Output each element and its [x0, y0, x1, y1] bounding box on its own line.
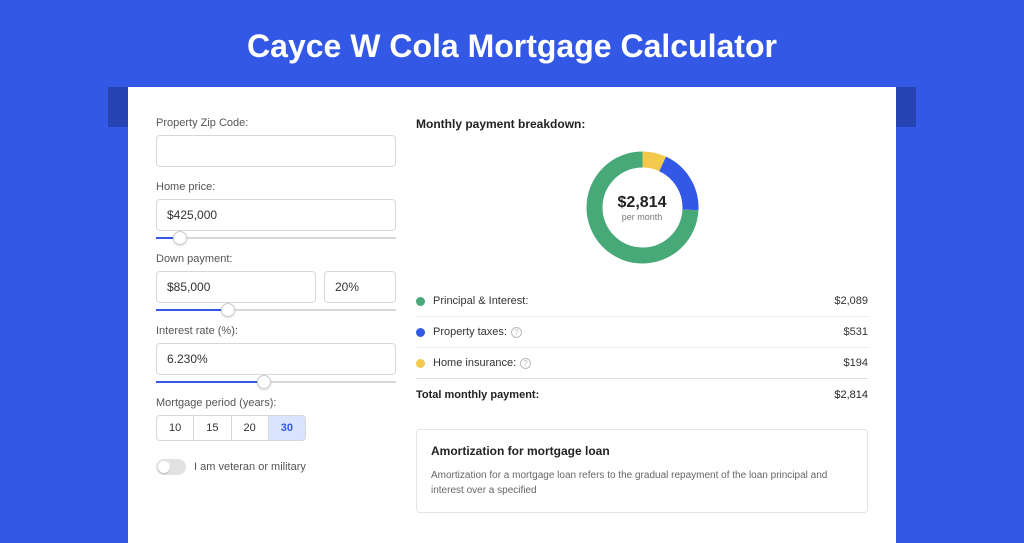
- down-payment-label: Down payment:: [156, 253, 396, 265]
- zip-field-group: Property Zip Code:: [156, 117, 396, 167]
- down-payment-input[interactable]: [156, 271, 316, 303]
- home-price-label: Home price:: [156, 181, 396, 193]
- period-label: Mortgage period (years):: [156, 397, 396, 409]
- down-payment-pct-input[interactable]: [324, 271, 396, 303]
- interest-slider-fill: [156, 381, 264, 383]
- breakdown-label: Property taxes: ?: [433, 326, 844, 338]
- veteran-toggle-row: I am veteran or military: [156, 459, 396, 475]
- interest-slider-thumb[interactable]: [257, 375, 271, 389]
- veteran-toggle-knob: [158, 461, 170, 473]
- info-icon[interactable]: ?: [520, 358, 531, 369]
- page-title: Cayce W Cola Mortgage Calculator: [0, 0, 1024, 87]
- down-payment-slider-thumb[interactable]: [221, 303, 235, 317]
- period-button-group: 10152030: [156, 415, 396, 441]
- interest-label: Interest rate (%):: [156, 325, 396, 337]
- donut-value: $2,814: [618, 194, 667, 212]
- period-button-10[interactable]: 10: [156, 415, 194, 441]
- interest-input[interactable]: [156, 343, 396, 375]
- period-button-15[interactable]: 15: [194, 415, 231, 441]
- down-payment-slider[interactable]: [156, 309, 396, 311]
- input-column: Property Zip Code: Home price: Down paym…: [156, 117, 396, 513]
- amortization-title: Amortization for mortgage loan: [431, 444, 853, 458]
- breakdown-row: Property taxes: ?$531: [416, 317, 868, 348]
- period-button-20[interactable]: 20: [232, 415, 269, 441]
- amortization-box: Amortization for mortgage loan Amortizat…: [416, 429, 868, 513]
- breakdown-label: Home insurance: ?: [433, 357, 844, 369]
- info-icon[interactable]: ?: [511, 327, 522, 338]
- home-price-slider-thumb[interactable]: [173, 231, 187, 245]
- donut-sub: per month: [622, 212, 663, 222]
- period-field-group: Mortgage period (years): 10152030: [156, 397, 396, 441]
- donut-center: $2,814 per month: [580, 145, 705, 270]
- donut-chart-wrap: $2,814 per month: [416, 145, 868, 270]
- home-price-slider[interactable]: [156, 237, 396, 239]
- breakdown-amount: $531: [844, 326, 868, 338]
- calculator-card: Property Zip Code: Home price: Down paym…: [128, 87, 896, 543]
- amortization-text: Amortization for a mortgage loan refers …: [431, 468, 853, 498]
- breakdown-amount: $2,089: [834, 295, 868, 307]
- legend-dot: [416, 328, 425, 337]
- breakdown-row: Principal & Interest:$2,089: [416, 286, 868, 317]
- home-price-field-group: Home price:: [156, 181, 396, 239]
- breakdown-column: Monthly payment breakdown: $2,814 per mo…: [416, 117, 868, 513]
- interest-slider[interactable]: [156, 381, 396, 383]
- zip-label: Property Zip Code:: [156, 117, 396, 129]
- legend-dot: [416, 359, 425, 368]
- total-amount: $2,814: [834, 389, 868, 401]
- interest-field-group: Interest rate (%):: [156, 325, 396, 383]
- legend-dot: [416, 297, 425, 306]
- home-price-input[interactable]: [156, 199, 396, 231]
- breakdown-label: Principal & Interest:: [433, 295, 834, 307]
- zip-input[interactable]: [156, 135, 396, 167]
- down-payment-slider-fill: [156, 309, 228, 311]
- total-row: Total monthly payment: $2,814: [416, 378, 868, 411]
- period-button-30[interactable]: 30: [269, 415, 306, 441]
- breakdown-title: Monthly payment breakdown:: [416, 117, 868, 131]
- breakdown-amount: $194: [844, 357, 868, 369]
- donut-chart: $2,814 per month: [580, 145, 705, 270]
- breakdown-list: Principal & Interest:$2,089Property taxe…: [416, 286, 868, 378]
- veteran-label: I am veteran or military: [194, 461, 306, 473]
- total-label: Total monthly payment:: [416, 389, 834, 401]
- veteran-toggle[interactable]: [156, 459, 186, 475]
- breakdown-row: Home insurance: ?$194: [416, 348, 868, 378]
- down-payment-field-group: Down payment:: [156, 253, 396, 311]
